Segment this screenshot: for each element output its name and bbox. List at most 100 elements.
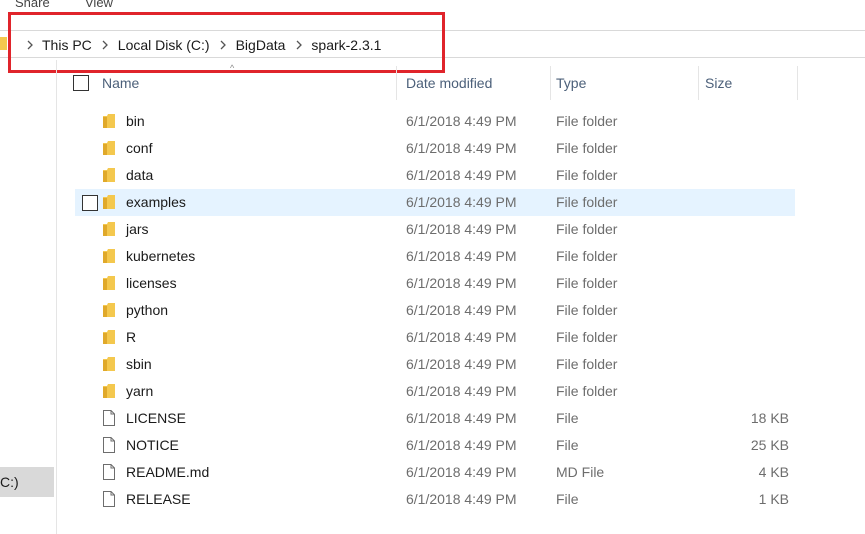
file-type: File folder [556,383,618,399]
file-name: licenses [126,275,177,291]
row-checkbox[interactable] [82,195,98,211]
file-date: 6/1/2018 4:49 PM [406,167,517,183]
column-header-size[interactable]: Size [700,66,798,100]
file-date: 6/1/2018 4:49 PM [406,194,517,210]
file-type: File folder [556,221,618,237]
select-all-checkbox[interactable] [73,75,89,91]
file-row[interactable]: bin 6/1/2018 4:49 PM File folder [75,108,795,135]
file-size: 25 KB [750,437,789,453]
file-date: 6/1/2018 4:49 PM [406,275,517,291]
folder-icon [102,248,116,264]
file-type: File folder [556,167,618,183]
folder-icon [102,221,116,237]
file-type: File [556,410,579,426]
file-size: 1 KB [758,491,789,507]
column-header-type[interactable]: Type [551,66,699,100]
file-name: LICENSE [126,410,186,426]
file-name: README.md [126,464,210,480]
file-row[interactable]: R 6/1/2018 4:49 PM File folder [75,324,795,351]
file-row[interactable]: yarn 6/1/2018 4:49 PM File folder [75,378,795,405]
nav-item-local-disk[interactable]: C:) [0,467,54,497]
breadcrumb-this-pc[interactable]: This PC [38,37,98,53]
file-row[interactable]: LICENSE 6/1/2018 4:49 PM File 18 KB [75,405,795,432]
chevron-right-icon[interactable] [291,40,307,50]
file-date: 6/1/2018 4:49 PM [406,221,517,237]
file-icon [102,410,116,426]
file-type: File folder [556,113,618,129]
file-icon [102,491,116,507]
file-row[interactable]: kubernetes 6/1/2018 4:49 PM File folder [75,243,795,270]
file-row[interactable]: sbin 6/1/2018 4:49 PM File folder [75,351,795,378]
file-name: kubernetes [126,248,196,264]
ribbon-tab-view[interactable]: View [85,0,113,10]
file-date: 6/1/2018 4:49 PM [406,437,517,453]
folder-icon [102,194,116,210]
column-header-name[interactable]: Name [97,66,397,100]
chevron-right-icon[interactable] [216,40,232,50]
file-name: jars [126,221,149,237]
file-row[interactable]: RELEASE 6/1/2018 4:49 PM File 1 KB [75,486,795,513]
file-type: File folder [556,302,618,318]
folder-icon [102,356,116,372]
file-name: RELEASE [126,491,191,507]
file-row[interactable]: examples 6/1/2018 4:49 PM File folder [75,189,795,216]
file-row[interactable]: licenses 6/1/2018 4:49 PM File folder [75,270,795,297]
file-icon [102,437,116,453]
file-row[interactable]: python 6/1/2018 4:49 PM File folder [75,297,795,324]
file-type: File [556,491,579,507]
file-name: bin [126,113,145,129]
file-date: 6/1/2018 4:49 PM [406,140,517,156]
file-name: R [126,329,137,345]
file-date: 6/1/2018 4:49 PM [406,248,517,264]
file-icon [102,464,116,480]
file-row[interactable]: conf 6/1/2018 4:49 PM File folder [75,135,795,162]
file-date: 6/1/2018 4:49 PM [406,383,517,399]
file-type: File folder [556,248,618,264]
folder-icon [102,275,116,291]
chevron-right-icon[interactable] [98,40,114,50]
file-type: MD File [556,464,605,480]
chevron-right-icon[interactable] [22,40,38,50]
column-header-date[interactable]: Date modified [401,66,551,100]
file-type: File folder [556,140,618,156]
file-name: python [126,302,169,318]
file-name: conf [126,140,153,156]
file-date: 6/1/2018 4:49 PM [406,329,517,345]
file-size: 18 KB [750,410,789,426]
file-type: File folder [556,329,618,345]
file-name: sbin [126,356,152,372]
file-row[interactable]: jars 6/1/2018 4:49 PM File folder [75,216,795,243]
file-date: 6/1/2018 4:49 PM [406,113,517,129]
folder-icon [102,113,116,129]
file-date: 6/1/2018 4:49 PM [406,356,517,372]
file-size: 4 KB [758,464,789,480]
folder-icon [102,329,116,345]
folder-icon [102,140,116,156]
file-row[interactable]: NOTICE 6/1/2018 4:49 PM File 25 KB [75,432,795,459]
file-date: 6/1/2018 4:49 PM [406,464,517,480]
folder-icon [102,383,116,399]
file-type: File folder [556,275,618,291]
file-date: 6/1/2018 4:49 PM [406,491,517,507]
column-headers: Name Date modified Type Size [60,66,865,100]
ribbon-tabs: Share View [0,0,865,16]
file-row[interactable]: README.md 6/1/2018 4:49 PM MD File 4 KB [75,459,795,486]
file-type: File folder [556,356,618,372]
ribbon-tab-share[interactable]: Share [15,0,50,10]
file-row[interactable]: data 6/1/2018 4:49 PM File folder [75,162,795,189]
nav-item-label: C:) [0,474,19,490]
file-name: yarn [126,383,154,399]
folder-icon [102,167,116,183]
breadcrumb-bigdata[interactable]: BigData [232,37,292,53]
file-name: NOTICE [126,437,179,453]
file-date: 6/1/2018 4:49 PM [406,302,517,318]
breadcrumb-local-disk[interactable]: Local Disk (C:) [114,37,216,53]
folder-icon [102,302,116,318]
file-name: data [126,167,154,183]
file-type: File [556,437,579,453]
breadcrumb: This PC Local Disk (C:) BigData spark-2.… [0,31,387,59]
file-name: examples [126,194,186,210]
address-bar[interactable]: This PC Local Disk (C:) BigData spark-2.… [0,30,865,58]
breadcrumb-spark[interactable]: spark-2.3.1 [307,37,387,53]
file-type: File folder [556,194,618,210]
